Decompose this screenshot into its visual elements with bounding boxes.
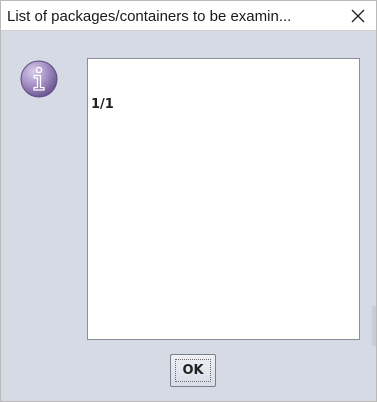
information-icon — [20, 60, 58, 98]
close-button[interactable] — [340, 1, 376, 30]
ok-button-label: OK — [175, 359, 211, 382]
dialog-title: List of packages/containers to be examin… — [7, 8, 292, 25]
message-dialog: List of packages/containers to be examin… — [0, 0, 377, 402]
scrollbar[interactable] — [372, 306, 376, 346]
title-bar[interactable]: List of packages/containers to be examin… — [1, 1, 376, 31]
message-text-area[interactable]: 1/1 — [87, 58, 360, 340]
ok-button[interactable]: OK — [170, 354, 216, 387]
close-icon — [351, 9, 365, 22]
message-text: 1/1 — [91, 97, 114, 112]
